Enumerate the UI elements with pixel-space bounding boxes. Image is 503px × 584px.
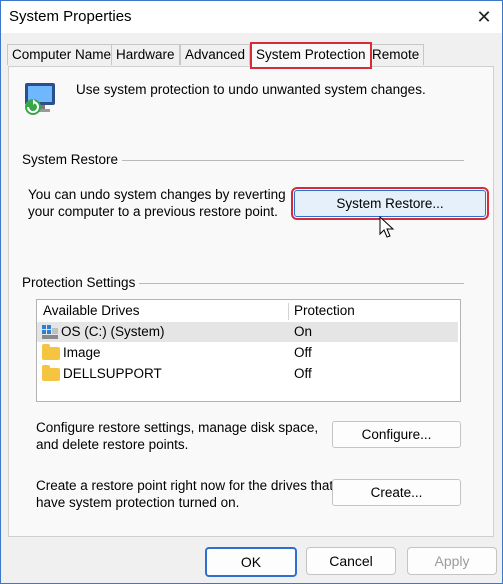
drive-protection-status: Off [294, 345, 312, 360]
create-description-line1: Create a restore point right now for the… [36, 478, 334, 493]
folder-icon [42, 344, 60, 360]
column-header-available-drives[interactable]: Available Drives [43, 300, 140, 322]
drive-protection-status: On [294, 324, 313, 339]
folder-icon [42, 365, 60, 381]
drive-row-image[interactable]: Image Off [37, 343, 458, 363]
drive-name: DELLSUPPORT [63, 366, 162, 381]
windows-drive-icon [42, 325, 58, 339]
column-header-protection[interactable]: Protection [294, 300, 355, 322]
system-restore-divider [121, 160, 464, 161]
drive-name: Image [63, 345, 101, 360]
system-restore-group-label: System Restore [22, 152, 123, 167]
protection-settings-group-label: Protection Settings [22, 275, 140, 290]
title-bar: System Properties ✕ [1, 1, 502, 33]
system-protection-icon [25, 83, 55, 115]
configure-description-line1: Configure restore settings, manage disk … [36, 420, 319, 435]
tab-advanced[interactable]: Advanced [180, 44, 251, 65]
intro-text: Use system protection to undo unwanted s… [76, 82, 426, 97]
drives-list[interactable]: Available Drives Protection OS (C:) (Sys… [36, 299, 461, 402]
drive-row-dellsupport[interactable]: DELLSUPPORT Off [37, 364, 458, 384]
system-restore-description-line2: your computer to a previous restore poin… [28, 204, 278, 219]
configure-description-line2: and delete restore points. [36, 437, 189, 452]
drive-row-os[interactable]: OS (C:) (System) On [37, 322, 458, 342]
system-restore-description-line1: You can undo system changes by reverting [28, 187, 286, 202]
create-description-line2: have system protection turned on. [36, 495, 240, 510]
cancel-button[interactable]: Cancel [306, 547, 396, 575]
column-divider [288, 303, 289, 320]
tab-computer-name[interactable]: Computer Name [7, 44, 117, 65]
system-properties-window: System Properties ✕ Computer Name Hardwa… [0, 0, 503, 584]
apply-button[interactable]: Apply [407, 547, 497, 575]
tab-remote[interactable]: Remote [367, 44, 425, 65]
ok-button[interactable]: OK [205, 547, 297, 577]
drive-name: OS (C:) (System) [61, 324, 165, 339]
system-restore-button[interactable]: System Restore... [291, 187, 489, 220]
protection-settings-divider [139, 283, 464, 284]
close-button[interactable]: ✕ [472, 5, 496, 29]
mouse-cursor-icon [379, 216, 395, 238]
configure-button[interactable]: Configure... [332, 421, 461, 448]
create-button[interactable]: Create... [332, 479, 461, 506]
tab-system-protection[interactable]: System Protection [250, 42, 372, 69]
window-title: System Properties [9, 8, 132, 25]
drive-protection-status: Off [294, 366, 312, 381]
tab-hardware[interactable]: Hardware [111, 44, 180, 65]
